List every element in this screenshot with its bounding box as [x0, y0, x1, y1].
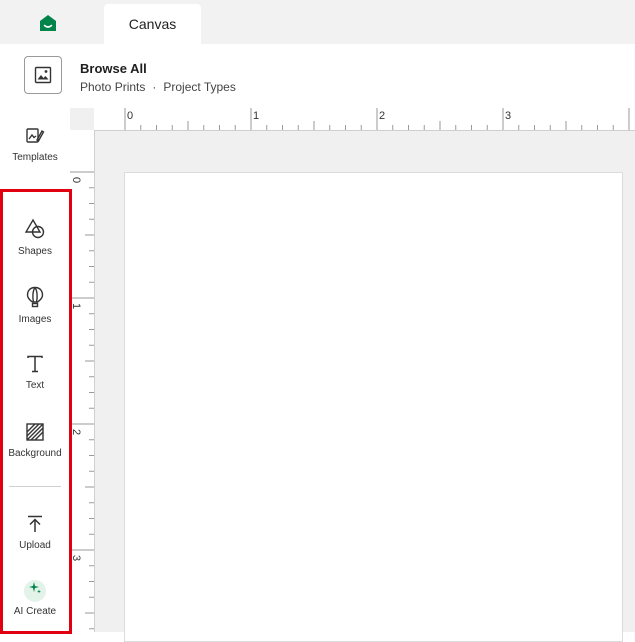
sidebar-item-label: Shapes	[18, 246, 52, 257]
sidebar-item-background[interactable]: Background	[0, 422, 70, 482]
sidebar-item-upload[interactable]: Upload	[0, 514, 70, 574]
ruler-top-ticks	[124, 108, 630, 130]
project-thumbnail[interactable]	[24, 56, 62, 94]
sidebar-item-images[interactable]: Images	[0, 286, 70, 346]
text-icon	[27, 355, 43, 373]
ruler-left-label-3: 3	[70, 554, 83, 562]
ai-create-badge	[24, 580, 46, 602]
ruler-top-label-0: 0	[127, 110, 134, 122]
ruler-left-label-0: 0	[70, 176, 83, 184]
images-icon	[26, 286, 44, 308]
sidebar-item-label: Background	[8, 448, 62, 459]
ai-sparkle-icon	[29, 582, 41, 594]
sidebar-divider	[9, 486, 61, 487]
ruler-top: 0 1 2 3	[94, 108, 635, 131]
sidebar-item-templates[interactable]: Templates	[0, 126, 70, 186]
sidebar-item-shapes[interactable]: Shapes	[0, 218, 70, 278]
ruler-top-label-1: 1	[253, 110, 260, 122]
shapes-icon	[24, 218, 45, 239]
upload-icon	[28, 515, 42, 532]
breadcrumb-separator: ·	[152, 80, 157, 94]
sidebar-item-label: Upload	[19, 540, 51, 551]
design-page[interactable]	[124, 172, 623, 642]
project-header: Browse All Photo Prints · Project Types	[0, 44, 635, 109]
tab-canvas[interactable]: Canvas	[104, 4, 201, 44]
sidebar-item-label: Templates	[12, 152, 58, 163]
sidebar-item-text[interactable]: Text	[0, 354, 70, 414]
sidebar-item-label: Images	[18, 314, 52, 325]
background-icon	[26, 423, 44, 441]
ruler-left-label-1: 1	[70, 302, 83, 310]
tool-sidebar: Templates Shapes Images Text Background	[0, 108, 72, 634]
home-icon[interactable]	[38, 13, 58, 33]
sidebar-item-ai-create[interactable]: AI Create	[0, 580, 70, 640]
sidebar-item-label: Text	[25, 380, 45, 391]
templates-icon	[26, 128, 45, 143]
sidebar-item-label: AI Create	[13, 606, 57, 617]
ruler-left: 0 1 2 3	[70, 130, 95, 632]
ruler-corner	[70, 108, 95, 131]
tab-canvas-label: Canvas	[128, 16, 177, 32]
breadcrumb: Photo Prints · Project Types	[80, 80, 236, 94]
ruler-top-label-3: 3	[505, 110, 512, 122]
ruler-top-label-2: 2	[379, 110, 386, 122]
top-bar: Canvas	[0, 0, 635, 44]
image-placeholder-icon	[34, 66, 52, 84]
browse-all-link[interactable]: Browse All	[80, 61, 147, 76]
breadcrumb-photo-prints[interactable]: Photo Prints	[80, 80, 145, 94]
breadcrumb-project-types[interactable]: Project Types	[163, 80, 235, 94]
ruler-left-label-2: 2	[70, 428, 83, 436]
